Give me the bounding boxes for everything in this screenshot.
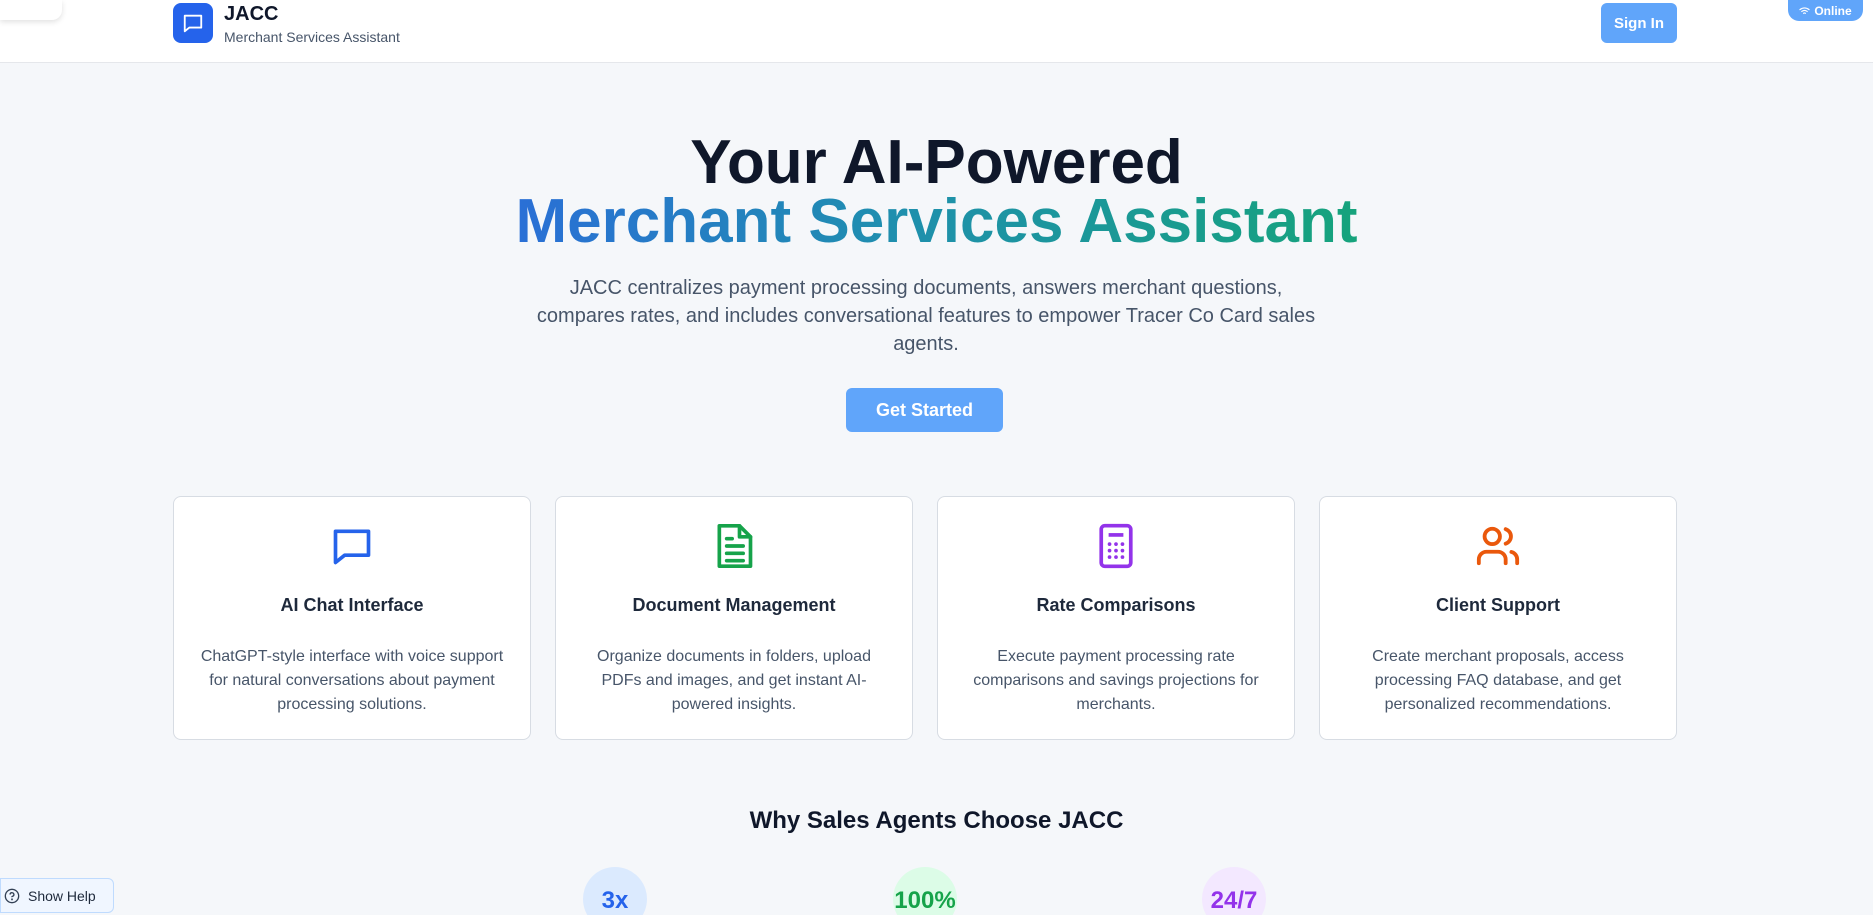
feature-title: Client Support [1436, 595, 1560, 615]
hero-description: JACC centralizes payment processing docu… [536, 277, 1316, 355]
calculator-icon [1099, 523, 1133, 569]
why-section-title: Why Sales Agents Choose JACC [749, 807, 1124, 834]
feature-card-client-support: Client Support Create merchant proposals… [1319, 496, 1677, 740]
feature-card-documents: Document Management Organize documents i… [555, 496, 913, 740]
sign-in-button[interactable]: Sign In [1601, 3, 1677, 43]
chat-bubble-icon [183, 14, 203, 33]
show-help-label: Show Help [28, 887, 96, 904]
feature-description: ChatGPT-style interface with voice suppo… [200, 648, 504, 713]
get-started-button[interactable]: Get Started [846, 388, 1003, 432]
help-circle-icon [4, 888, 20, 903]
feature-card-rates: Rate Comparisons Execute payment process… [937, 496, 1295, 740]
chat-bubble-icon [333, 529, 371, 565]
feature-title: AI Chat Interface [280, 595, 424, 615]
online-status-label: Online [1814, 3, 1852, 18]
stat-badge: 3x [583, 867, 647, 915]
feature-description: Organize documents in folders, upload PD… [597, 648, 871, 713]
stat-badge: 24/7 [1202, 867, 1266, 915]
logo[interactable] [173, 3, 213, 43]
top-header: JACC Merchant Services Assistant Sign In… [0, 0, 1873, 63]
stat-badge: 100% [893, 867, 957, 915]
feature-description: Execute payment processing rate comparis… [973, 648, 1259, 713]
hero-title-gradient-text: Merchant Services Assistant [515, 187, 1358, 256]
feature-title: Rate Comparisons [1036, 595, 1196, 615]
online-status-badge: Online [1788, 0, 1863, 21]
feature-description: Create merchant proposals, access proces… [1372, 648, 1624, 713]
hero-title-highlight: Merchant Services Assistant [0, 186, 1873, 258]
brand-subtitle: Merchant Services Assistant [224, 29, 400, 45]
feature-title: Document Management [632, 595, 836, 615]
show-help-button[interactable]: Show Help [0, 878, 114, 913]
users-icon [1476, 526, 1520, 566]
corner-panel [0, 0, 62, 20]
feature-card-ai-chat: AI Chat Interface ChatGPT-style interfac… [173, 496, 531, 740]
brand-title: JACC [224, 3, 279, 25]
wifi-icon [1799, 6, 1810, 14]
document-icon [717, 523, 753, 568]
